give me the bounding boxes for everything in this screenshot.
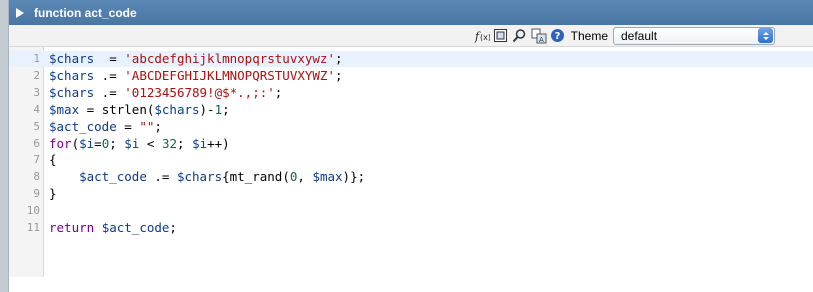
code-text: }	[49, 186, 57, 202]
theme-select[interactable]: default	[613, 26, 775, 45]
code-text: $chars .= 'ABCDEFGHIJKLMNOPQRSTUVXYWZ';	[49, 67, 343, 83]
code-line[interactable]: 4 $max = strlen($chars)-1;	[9, 102, 813, 118]
left-sidebar-strip	[0, 0, 9, 292]
code-line[interactable]: 5 $act_code = "";	[9, 119, 813, 135]
line-number: 6	[33, 136, 40, 150]
editor-toolbar: f (x) A ? Theme default	[9, 25, 813, 47]
code-text: $act_code .= $chars{mt_rand(0, $max)};	[79, 169, 366, 185]
line-number: 3	[33, 85, 40, 99]
line-number: 5	[33, 119, 40, 133]
code-text: {	[49, 152, 57, 168]
collapse-arrow-icon[interactable]	[16, 7, 24, 18]
svg-text:(x): (x)	[480, 33, 490, 42]
line-number: 2	[33, 68, 40, 82]
code-line[interactable]: 11 return $act_code;	[9, 220, 813, 236]
code-line[interactable]: 6 for($i=0; $i < 32; $i++)	[9, 136, 813, 152]
code-line[interactable]: 7{	[9, 152, 813, 168]
code-area[interactable]: 1 $chars = 'abcdefghijklmnopqrstuvxywz'; 2…	[9, 47, 813, 292]
search-icon[interactable]	[512, 28, 528, 44]
code-line[interactable]: 10	[9, 203, 813, 219]
line-number: 8	[33, 170, 40, 184]
help-icon[interactable]: ?	[550, 28, 566, 44]
line-number: 4	[33, 102, 40, 116]
panel-titlebar[interactable]: function act_code	[9, 0, 813, 25]
code-text: $chars .= '0123456789!@$*.,;:';	[49, 84, 283, 100]
code-line[interactable]: 8 $act_code .= $chars{mt_rand(0, $max)};	[9, 169, 813, 185]
fullscreen-icon[interactable]	[493, 28, 509, 44]
code-line[interactable]: 2 $chars .= 'ABCDEFGHIJKLMNOPQRSTUVXYWZ';	[9, 68, 813, 84]
code-text: $max = strlen($chars)-1;	[49, 101, 230, 117]
line-number: 7	[33, 153, 40, 167]
code-text: return $act_code;	[49, 220, 177, 235]
line-number: 11	[26, 221, 40, 234]
line-number: 9	[33, 187, 40, 201]
line-number: 1	[33, 52, 40, 65]
code-text: for($i=0; $i < 32; $i++)	[49, 135, 230, 151]
svg-text:?: ?	[555, 31, 561, 42]
theme-select-value: default	[621, 28, 658, 43]
select-arrows-icon[interactable]	[758, 28, 773, 43]
line-number: 10	[26, 204, 40, 218]
function-icon[interactable]: f (x)	[474, 28, 490, 44]
code-text: $act_code = "";	[49, 118, 162, 134]
theme-label: Theme	[570, 28, 608, 43]
code-text: $chars = 'abcdefghijklmnopqrstuvxywz';	[49, 51, 343, 66]
code-line[interactable]: 9}	[9, 186, 813, 202]
replace-icon[interactable]: A	[531, 28, 547, 44]
panel-title: function act_code	[34, 5, 137, 20]
code-line[interactable]: 3 $chars .= '0123456789!@$*.,;:';	[9, 85, 813, 101]
svg-text:A: A	[539, 36, 544, 44]
code-editor-panel: function act_code f (x) A ? Theme default…	[9, 0, 813, 292]
code-line[interactable]: 1 $chars = 'abcdefghijklmnopqrstuvxywz';	[9, 51, 813, 67]
